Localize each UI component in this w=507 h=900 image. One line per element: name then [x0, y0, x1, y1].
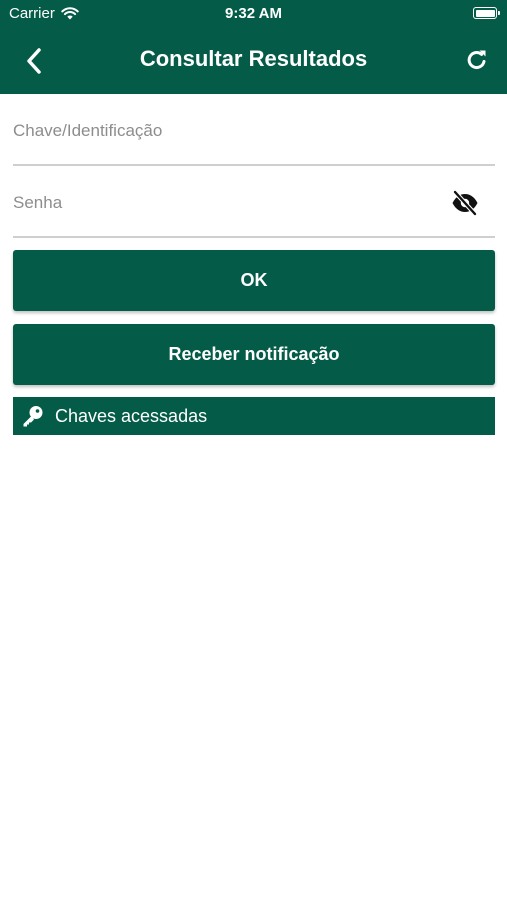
- battery-icon: [473, 7, 500, 19]
- eye-off-icon: [452, 189, 478, 217]
- refresh-icon: [467, 50, 486, 70]
- accessed-keys-label: Chaves acessadas: [55, 405, 208, 426]
- accessed-keys-bar[interactable]: Chaves acessadas: [13, 397, 495, 435]
- refresh-button[interactable]: [465, 47, 489, 73]
- password-field: [13, 166, 495, 238]
- receive-notification-label: Receber notificação: [168, 344, 340, 364]
- status-bar: Carrier 9:32 AM: [0, 0, 507, 28]
- key-icon: [23, 406, 43, 427]
- key-field: [13, 94, 495, 166]
- toggle-password-visibility-button[interactable]: [451, 189, 479, 217]
- status-time: 9:32 AM: [225, 5, 282, 22]
- app-header: Carrier 9:32 AM Consultar Resultados: [0, 0, 507, 94]
- ok-button-label: OK: [240, 270, 268, 290]
- ok-button[interactable]: OK: [13, 250, 495, 311]
- password-input[interactable]: [13, 188, 433, 218]
- key-input[interactable]: [13, 116, 433, 146]
- receive-notification-button[interactable]: Receber notificação: [13, 324, 495, 385]
- navigation-bar: Consultar Resultados: [0, 28, 507, 94]
- page-title: Consultar Resultados: [139, 46, 368, 71]
